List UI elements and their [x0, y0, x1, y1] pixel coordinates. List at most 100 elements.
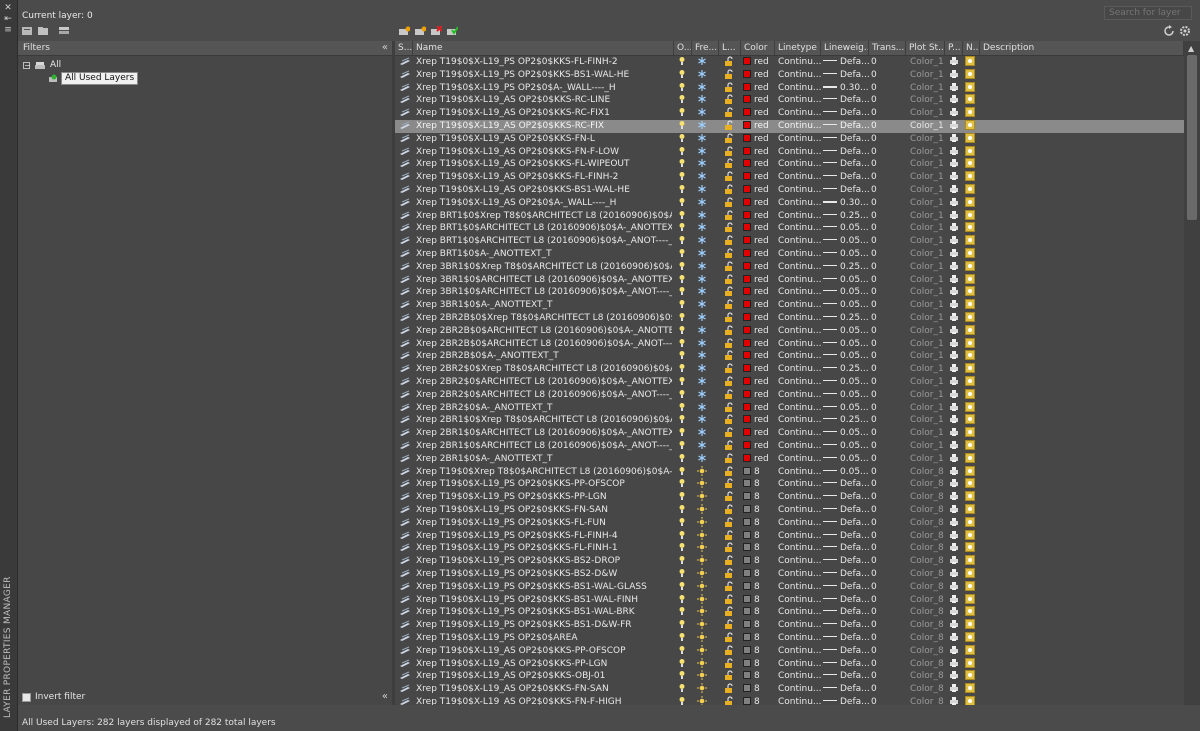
layer-transparency[interactable]: 0 — [871, 197, 906, 210]
table-row[interactable]: Xrep T19$0$X-L19_PS OP2$0$A-_WALL----_H r… — [395, 81, 1184, 95]
layer-name[interactable]: Xrep 2BR2B$0$Xrep T8$0$ARCHITECT L8 (201… — [416, 312, 672, 325]
snowflake-icon[interactable] — [697, 274, 711, 287]
delete-layer-icon[interactable] — [429, 25, 443, 37]
lightbulb-icon[interactable] — [678, 350, 692, 363]
layer-status-icon[interactable] — [399, 658, 413, 671]
new-vp-freeze-icon[interactable] — [965, 465, 979, 479]
layer-color[interactable]: red — [743, 338, 775, 351]
sun-icon[interactable] — [697, 606, 711, 619]
layer-color[interactable]: red — [743, 56, 775, 69]
layer-color[interactable]: red — [743, 402, 775, 415]
layer-name[interactable]: Xrep 2BR2B$0$ARCHITECT L8 (20160906)$0$A… — [416, 338, 672, 351]
layer-transparency[interactable]: 0 — [871, 146, 906, 159]
layer-linetype[interactable]: Continu... — [778, 453, 821, 466]
lightbulb-icon[interactable] — [678, 376, 692, 389]
unlock-icon[interactable] — [724, 120, 738, 133]
table-row[interactable]: Xrep T19$0$X-L19_AS OP2$0$KKS-FN-L red Con… — [395, 132, 1184, 146]
table-row[interactable]: Xrep T19$0$X-L19_AS OP2$0$KKS-BS1-WAL-HE… — [395, 184, 1184, 197]
layer-linetype[interactable]: Continu... — [778, 133, 821, 146]
printer-icon[interactable] — [949, 312, 963, 325]
snowflake-icon[interactable] — [697, 222, 711, 235]
layer-status-icon[interactable] — [399, 210, 413, 223]
lightbulb-icon[interactable] — [678, 69, 692, 82]
snowflake-icon[interactable] — [697, 69, 711, 82]
table-row[interactable]: Xrep T19$0$X-L19_PS OP2$0$KKS-PP-LGN 8 Con… — [395, 491, 1184, 504]
unlock-icon[interactable] — [724, 133, 738, 146]
layer-linetype[interactable]: Continu... — [778, 107, 821, 120]
layer-plot-style[interactable]: Color_8 — [910, 619, 945, 632]
table-row[interactable]: Xrep T19$0$X-L19_PS OP2$0$KKS-BS2-D&W 8 Co… — [395, 568, 1184, 581]
layer-name[interactable]: Xrep T19$0$X-L19_AS OP2$0$KKS-PP-OFSCOP — [416, 645, 672, 658]
layer-status-icon[interactable] — [399, 542, 413, 555]
layer-plot-style[interactable]: Color_1 — [910, 146, 945, 159]
layer-transparency[interactable]: 0 — [871, 133, 906, 146]
layer-status-icon[interactable] — [399, 82, 413, 95]
layer-color[interactable]: 8 — [743, 606, 775, 619]
new-vp-freeze-icon[interactable] — [965, 401, 979, 415]
layer-linetype[interactable]: Continu... — [778, 517, 821, 530]
lightbulb-icon[interactable] — [678, 312, 692, 325]
layer-lineweight[interactable]: 0.05... — [823, 235, 869, 248]
layer-plot-style[interactable]: Color_1 — [910, 94, 945, 107]
new-layer-vp-frozen-icon[interactable] — [413, 25, 427, 37]
layer-name[interactable]: Xrep T19$0$X-L19_PS OP2$0$KKS-FL-FINH-2 — [416, 56, 672, 69]
collapse-filters-icon[interactable]: « — [382, 42, 388, 53]
unlock-icon[interactable] — [724, 427, 738, 440]
layer-color[interactable]: 8 — [743, 568, 775, 581]
layer-transparency[interactable]: 0 — [871, 414, 906, 427]
lightbulb-icon[interactable] — [678, 683, 692, 696]
layer-plot-style[interactable]: Color_8 — [910, 504, 945, 517]
unlock-icon[interactable] — [724, 658, 738, 671]
snowflake-icon[interactable] — [697, 312, 711, 325]
layer-transparency[interactable]: 0 — [871, 594, 906, 607]
layer-linetype[interactable]: Continu... — [778, 389, 821, 402]
layer-plot-style[interactable]: Color_1 — [910, 427, 945, 440]
layer-transparency[interactable]: 0 — [871, 69, 906, 82]
layer-lineweight[interactable]: 0.05... — [823, 466, 869, 479]
unlock-icon[interactable] — [724, 210, 738, 223]
table-row[interactable]: Xrep 2BR1$0$ARCHITECT L8 (20160906)$0$A-… — [395, 427, 1184, 440]
layer-transparency[interactable]: 0 — [871, 632, 906, 645]
lightbulb-icon[interactable] — [678, 530, 692, 543]
layer-linetype[interactable]: Continu... — [778, 158, 821, 171]
layer-lineweight[interactable]: Defa... — [823, 658, 869, 671]
snowflake-icon[interactable] — [697, 402, 711, 415]
unlock-icon[interactable] — [724, 632, 738, 645]
layer-color[interactable]: red — [743, 94, 775, 107]
new-vp-freeze-icon[interactable] — [965, 312, 979, 325]
printer-icon[interactable] — [949, 427, 963, 440]
table-row[interactable]: Xrep T19$0$X-L19_AS OP2$0$A-_WALL----_H r… — [395, 196, 1184, 210]
column-header-new-vp-freeze[interactable]: N... — [963, 41, 980, 55]
layer-transparency[interactable]: 0 — [871, 478, 906, 491]
printer-icon[interactable] — [949, 171, 963, 184]
layer-name[interactable]: Xrep 2BR2$0$Xrep T8$0$ARCHITECT L8 (2016… — [416, 363, 672, 376]
column-header-name[interactable]: Name — [413, 41, 674, 55]
new-vp-freeze-icon[interactable] — [965, 81, 979, 95]
table-row[interactable]: Xrep T19$0$X-L19_PS OP2$0$KKS-FN-SAN 8 Con… — [395, 504, 1184, 517]
layer-linetype[interactable]: Continu... — [778, 696, 821, 705]
printer-icon[interactable] — [949, 338, 963, 351]
lightbulb-icon[interactable] — [678, 286, 692, 299]
layer-color[interactable]: red — [743, 453, 775, 466]
layer-status-icon[interactable] — [399, 632, 413, 645]
lightbulb-icon[interactable] — [678, 568, 692, 581]
lightbulb-icon[interactable] — [678, 427, 692, 440]
layer-color[interactable]: 8 — [743, 683, 775, 696]
layer-plot-style[interactable]: Color_1 — [910, 184, 945, 197]
layer-lineweight[interactable]: 0.05... — [823, 338, 869, 351]
layer-linetype[interactable]: Continu... — [778, 568, 821, 581]
column-header-plot-style[interactable]: Plot St... — [906, 41, 945, 55]
printer-icon[interactable] — [949, 350, 963, 363]
layer-transparency[interactable]: 0 — [871, 350, 906, 363]
layer-color[interactable]: 8 — [743, 478, 775, 491]
set-current-icon[interactable] — [445, 25, 459, 37]
unlock-icon[interactable] — [724, 606, 738, 619]
printer-icon[interactable] — [949, 414, 963, 427]
layer-linetype[interactable]: Continu... — [778, 350, 821, 363]
layer-name[interactable]: Xrep T19$0$X-L19_PS OP2$0$KKS-BS1-WAL-HE — [416, 69, 672, 82]
snowflake-icon[interactable] — [697, 427, 711, 440]
layer-status-icon[interactable] — [399, 619, 413, 632]
new-vp-freeze-icon[interactable] — [965, 158, 979, 171]
snowflake-icon[interactable] — [697, 453, 711, 466]
layer-lineweight[interactable]: 0.05... — [823, 350, 869, 363]
